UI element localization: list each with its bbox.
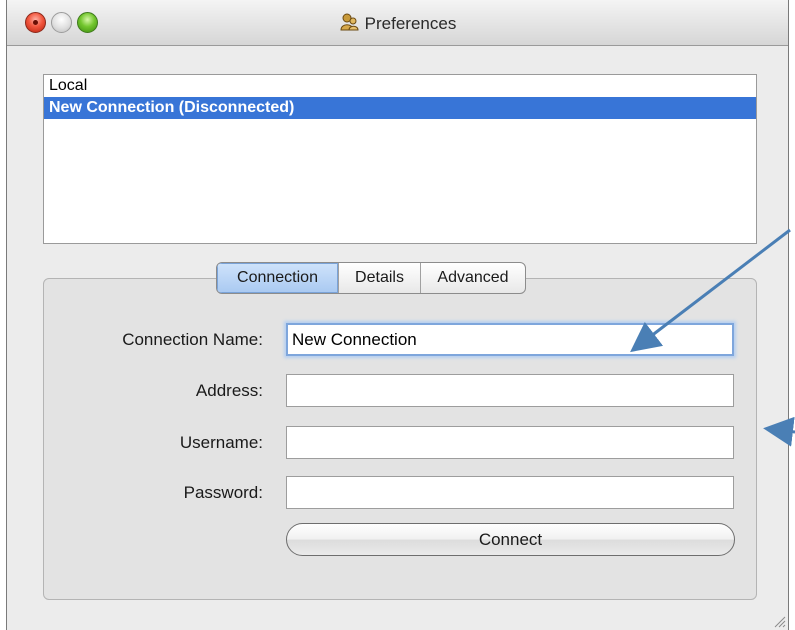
- resize-grip-icon[interactable]: [772, 614, 786, 628]
- list-item[interactable]: New Connection (Disconnected): [44, 97, 756, 119]
- list-item[interactable]: Local: [44, 75, 756, 97]
- connection-name-input[interactable]: [286, 323, 734, 356]
- title-bar[interactable]: Preferences: [7, 0, 788, 46]
- password-label: Password:: [183, 483, 263, 502]
- username-input[interactable]: [286, 426, 734, 459]
- connect-button[interactable]: Connect: [286, 523, 735, 556]
- tab-advanced[interactable]: Advanced: [421, 263, 525, 293]
- users-icon: [340, 13, 359, 31]
- username-label: Username:: [179, 433, 263, 452]
- tab-details[interactable]: Details: [339, 263, 421, 293]
- password-input[interactable]: [286, 476, 734, 509]
- connections-list[interactable]: Local New Connection (Disconnected): [43, 74, 757, 244]
- address-input[interactable]: [286, 374, 734, 407]
- preferences-window: Preferences Local New Connection (Discon…: [6, 0, 789, 630]
- tab-connection[interactable]: Connection: [217, 263, 339, 293]
- connection-name-label: Connection Name:: [122, 330, 263, 349]
- window-title-text: Preferences: [364, 14, 457, 33]
- settings-tabs: Connection Details Advanced: [216, 262, 526, 294]
- window-title: Preferences: [7, 12, 788, 35]
- address-label: Address:: [195, 381, 263, 400]
